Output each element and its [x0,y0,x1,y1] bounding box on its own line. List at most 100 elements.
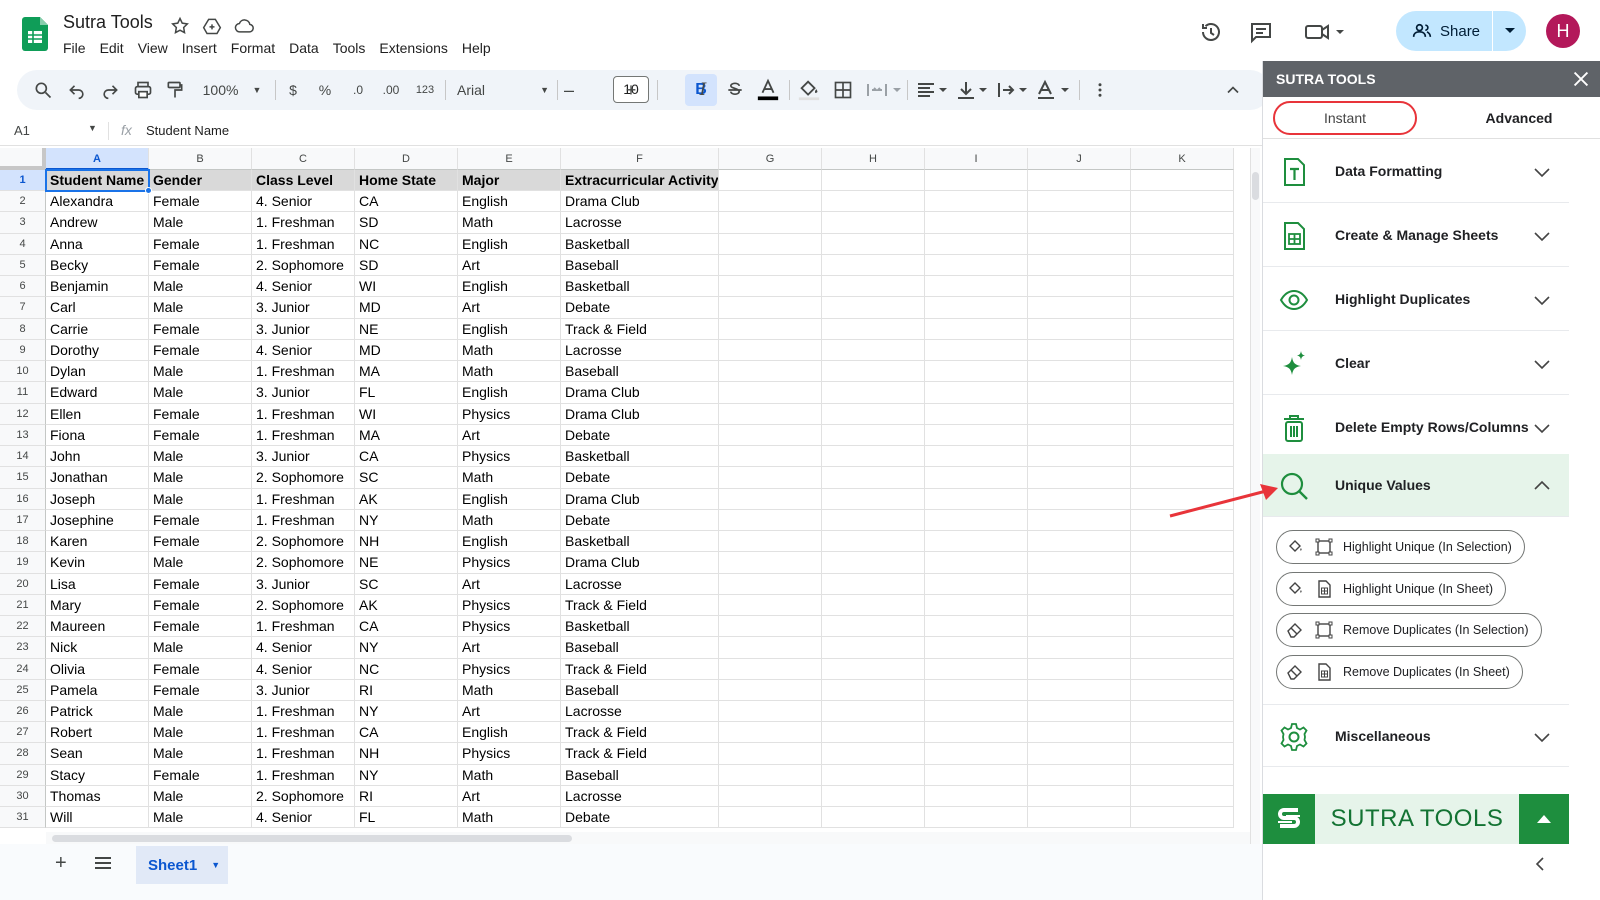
table-cell[interactable]: Math [458,679,561,701]
table-cell[interactable]: Olivia [46,658,149,680]
row-header[interactable]: 6 [0,276,46,298]
table-cell[interactable] [719,573,822,595]
avatar[interactable]: H [1546,14,1580,48]
row-header[interactable]: 30 [0,785,46,808]
row-header[interactable]: 27 [0,722,46,744]
table-cell[interactable]: Female [149,191,252,213]
table-cell[interactable]: Female [149,594,252,617]
table-cell[interactable]: Dorothy [46,339,149,362]
table-cell[interactable] [1131,403,1234,425]
table-cell[interactable]: 4. Senior [252,191,355,213]
column-header-f[interactable]: F [561,148,719,170]
table-cell[interactable]: MD [355,339,458,362]
row-header[interactable]: 15 [0,467,46,489]
table-cell[interactable] [719,552,822,574]
header-cell[interactable]: Student Name [46,170,149,192]
table-cell[interactable]: Lacrosse [561,212,719,234]
move-to-drive-icon[interactable] [202,16,222,36]
table-cell[interactable]: Female [149,254,252,277]
table-cell[interactable]: Lacrosse [561,785,719,808]
table-cell[interactable] [719,403,822,425]
table-cell[interactable]: NC [355,233,458,255]
table-cell[interactable]: Physics [458,552,561,574]
table-cell[interactable]: Art [458,701,561,723]
table-cell[interactable]: Sean [46,743,149,765]
table-cell[interactable]: MA [355,361,458,383]
strikethrough-icon[interactable] [725,78,745,102]
header-cell[interactable] [1028,170,1131,192]
table-cell[interactable] [925,318,1028,340]
table-cell[interactable] [925,807,1028,829]
table-cell[interactable]: 1. Freshman [252,212,355,234]
table-cell[interactable]: Carrie [46,318,149,340]
table-cell[interactable] [1131,233,1234,255]
row-header[interactable]: 4 [0,233,46,255]
table-cell[interactable]: Lisa [46,573,149,595]
row-header[interactable]: 21 [0,594,46,617]
table-cell[interactable]: NE [355,318,458,340]
table-cell[interactable] [1028,509,1131,532]
zoom-select[interactable]: 100% ▼ [197,78,267,102]
table-cell[interactable]: 3. Junior [252,297,355,319]
borders-icon[interactable] [833,78,853,102]
table-cell[interactable]: Female [149,424,252,447]
table-cell[interactable]: Basketball [561,276,719,298]
table-cell[interactable] [925,679,1028,701]
table-cell[interactable] [822,212,925,234]
table-cell[interactable]: Drama Club [561,403,719,425]
table-cell[interactable] [1028,488,1131,510]
table-cell[interactable]: SD [355,254,458,277]
star-icon[interactable] [170,16,190,36]
table-cell[interactable]: English [458,191,561,213]
table-cell[interactable]: Female [149,509,252,532]
table-cell[interactable]: Male [149,743,252,765]
table-cell[interactable]: 1. Freshman [252,743,355,765]
column-header-d[interactable]: D [355,148,458,170]
table-cell[interactable] [1028,573,1131,595]
table-cell[interactable]: Math [458,339,561,362]
table-cell[interactable] [822,637,925,659]
table-cell[interactable] [1131,658,1234,680]
column-header-e[interactable]: E [458,148,561,170]
name-box-caret-icon[interactable]: ▼ [88,123,97,133]
table-cell[interactable] [822,318,925,340]
table-cell[interactable]: Math [458,764,561,786]
row-header[interactable]: 23 [0,637,46,659]
table-cell[interactable]: SC [355,467,458,489]
table-cell[interactable] [1131,616,1234,638]
table-cell[interactable]: 4. Senior [252,339,355,362]
table-cell[interactable] [719,509,822,532]
table-cell[interactable]: FL [355,807,458,829]
table-cell[interactable]: 3. Junior [252,679,355,701]
table-cell[interactable] [1028,424,1131,447]
table-cell[interactable] [719,361,822,383]
table-cell[interactable] [1131,807,1234,829]
table-cell[interactable]: Physics [458,743,561,765]
table-cell[interactable]: MA [355,424,458,447]
table-cell[interactable]: English [458,233,561,255]
table-cell[interactable] [822,424,925,447]
italic-button[interactable]: I [693,78,713,102]
table-cell[interactable] [719,276,822,298]
table-cell[interactable] [1131,382,1234,404]
table-cell[interactable]: Male [149,212,252,234]
table-cell[interactable]: 1. Freshman [252,233,355,255]
table-cell[interactable]: Drama Club [561,488,719,510]
share-button[interactable]: Share [1396,11,1492,51]
table-cell[interactable] [1028,701,1131,723]
section-miscellaneous[interactable]: Miscellaneous [1263,704,1569,767]
table-cell[interactable] [822,403,925,425]
table-cell[interactable]: 2. Sophomore [252,531,355,553]
table-cell[interactable]: Debate [561,297,719,319]
table-cell[interactable]: Lacrosse [561,701,719,723]
table-cell[interactable] [1131,276,1234,298]
table-cell[interactable] [1028,233,1131,255]
table-cell[interactable] [1131,743,1234,765]
table-cell[interactable]: NY [355,764,458,786]
table-cell[interactable]: 3. Junior [252,382,355,404]
table-cell[interactable]: Josephine [46,509,149,532]
column-header-a[interactable]: A [46,148,149,170]
table-cell[interactable]: English [458,318,561,340]
tab-advanced[interactable]: Advanced [1449,101,1589,135]
table-cell[interactable] [1028,594,1131,617]
